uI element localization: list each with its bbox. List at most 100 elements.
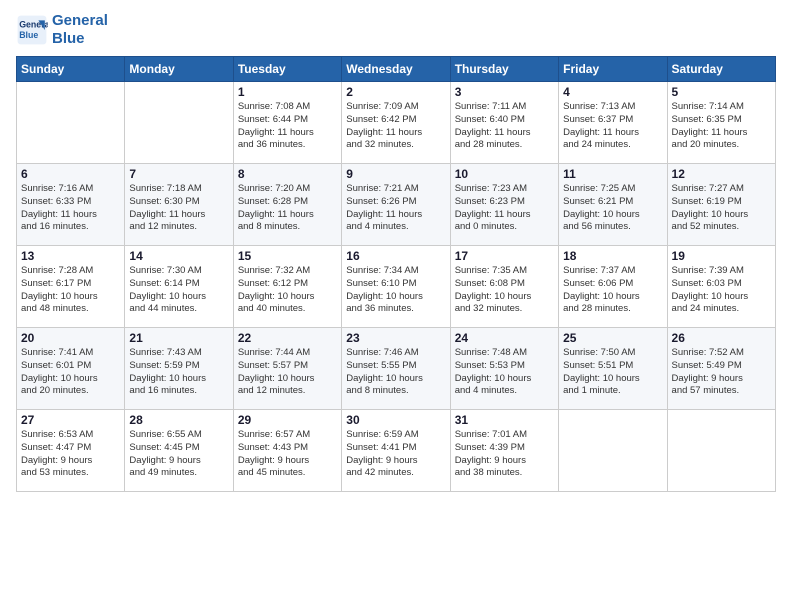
calendar-cell: 15 Sunrise: 7:32 AM Sunset: 6:12 PM Dayli…: [233, 246, 341, 328]
day-info: Sunrise: 7:28 AM Sunset: 6:17 PM Dayligh…: [21, 265, 120, 316]
day-number: 21: [129, 331, 228, 345]
day-number: 9: [346, 167, 445, 181]
day-info: Sunrise: 7:14 AM Sunset: 6:35 PM Dayligh…: [672, 101, 771, 152]
calendar-cell: 23 Sunrise: 7:46 AM Sunset: 5:55 PM Dayli…: [342, 328, 450, 410]
calendar-cell: 30Sunrise: 6:59 AM Sunset: 4:41 PM Dayli…: [342, 410, 450, 492]
day-number: 16: [346, 249, 445, 263]
weekday-header-monday: Monday: [125, 57, 233, 82]
day-number: 12: [672, 167, 771, 181]
day-number: 17: [455, 249, 554, 263]
day-number: 7: [129, 167, 228, 181]
day-info: Sunrise: 7:48 AM Sunset: 5:53 PM Dayligh…: [455, 347, 554, 398]
day-number: 18: [563, 249, 662, 263]
weekday-header-saturday: Saturday: [667, 57, 775, 82]
calendar-cell: 5 Sunrise: 7:14 AM Sunset: 6:35 PM Daylig…: [667, 82, 775, 164]
calendar-week-row: 1Sunrise: 7:08 AM Sunset: 6:44 PM Daylig…: [17, 82, 776, 164]
day-number: 15: [238, 249, 337, 263]
calendar-table: SundayMondayTuesdayWednesdayThursdayFrid…: [16, 56, 776, 492]
day-info: Sunrise: 7:35 AM Sunset: 6:08 PM Dayligh…: [455, 265, 554, 316]
day-info: Sunrise: 7:18 AM Sunset: 6:30 PM Dayligh…: [129, 183, 228, 234]
day-info: Sunrise: 6:59 AM Sunset: 4:41 PM Dayligh…: [346, 429, 445, 480]
day-number: 26: [672, 331, 771, 345]
day-info: Sunrise: 6:53 AM Sunset: 4:47 PM Dayligh…: [21, 429, 120, 480]
calendar-week-row: 20Sunrise: 7:41 AM Sunset: 6:01 PM Dayli…: [17, 328, 776, 410]
day-number: 25: [563, 331, 662, 345]
day-number: 31: [455, 413, 554, 427]
day-info: Sunrise: 7:34 AM Sunset: 6:10 PM Dayligh…: [346, 265, 445, 316]
day-number: 5: [672, 85, 771, 99]
calendar-cell: 7 Sunrise: 7:18 AM Sunset: 6:30 PM Daylig…: [125, 164, 233, 246]
day-info: Sunrise: 6:57 AM Sunset: 4:43 PM Dayligh…: [238, 429, 337, 480]
calendar-cell: 27 Sunrise: 6:53 AM Sunset: 4:47 PM Dayli…: [17, 410, 125, 492]
day-number: 8: [238, 167, 337, 181]
weekday-header-friday: Friday: [559, 57, 667, 82]
day-info: Sunrise: 7:32 AM Sunset: 6:12 PM Dayligh…: [238, 265, 337, 316]
calendar-cell: 29 Sunrise: 6:57 AM Sunset: 4:43 PM Dayli…: [233, 410, 341, 492]
day-info: Sunrise: 7:39 AM Sunset: 6:03 PM Dayligh…: [672, 265, 771, 316]
day-number: 13: [21, 249, 120, 263]
day-info: Sunrise: 7:50 AM Sunset: 5:51 PM Dayligh…: [563, 347, 662, 398]
calendar-cell: 6Sunrise: 7:16 AM Sunset: 6:33 PM Daylig…: [17, 164, 125, 246]
calendar-cell: 9 Sunrise: 7:21 AM Sunset: 6:26 PM Daylig…: [342, 164, 450, 246]
calendar-week-row: 6Sunrise: 7:16 AM Sunset: 6:33 PM Daylig…: [17, 164, 776, 246]
day-number: 23: [346, 331, 445, 345]
day-number: 11: [563, 167, 662, 181]
calendar-cell: 3 Sunrise: 7:11 AM Sunset: 6:40 PM Daylig…: [450, 82, 558, 164]
day-number: 28: [129, 413, 228, 427]
calendar-cell: 17 Sunrise: 7:35 AM Sunset: 6:08 PM Dayli…: [450, 246, 558, 328]
day-info: Sunrise: 7:01 AM Sunset: 4:39 PM Dayligh…: [455, 429, 554, 480]
header: General Blue General Blue: [16, 12, 776, 48]
weekday-header-sunday: Sunday: [17, 57, 125, 82]
day-number: 22: [238, 331, 337, 345]
day-info: Sunrise: 7:13 AM Sunset: 6:37 PM Dayligh…: [563, 101, 662, 152]
day-number: 29: [238, 413, 337, 427]
day-info: Sunrise: 7:30 AM Sunset: 6:14 PM Dayligh…: [129, 265, 228, 316]
calendar-cell: 19 Sunrise: 7:39 AM Sunset: 6:03 PM Dayli…: [667, 246, 775, 328]
day-number: 20: [21, 331, 120, 345]
day-info: Sunrise: 7:23 AM Sunset: 6:23 PM Dayligh…: [455, 183, 554, 234]
calendar-cell: 21 Sunrise: 7:43 AM Sunset: 5:59 PM Dayli…: [125, 328, 233, 410]
calendar-cell: 31 Sunrise: 7:01 AM Sunset: 4:39 PM Dayli…: [450, 410, 558, 492]
day-info: Sunrise: 7:08 AM Sunset: 6:44 PM Dayligh…: [238, 101, 337, 152]
day-number: 14: [129, 249, 228, 263]
calendar-cell: 12Sunrise: 7:27 AM Sunset: 6:19 PM Dayli…: [667, 164, 775, 246]
day-info: Sunrise: 7:46 AM Sunset: 5:55 PM Dayligh…: [346, 347, 445, 398]
calendar-cell: 24 Sunrise: 7:48 AM Sunset: 5:53 PM Dayli…: [450, 328, 558, 410]
calendar-cell: 13 Sunrise: 7:28 AM Sunset: 6:17 PM Dayli…: [17, 246, 125, 328]
day-number: 24: [455, 331, 554, 345]
logo-text: General Blue: [52, 12, 108, 48]
calendar-week-row: 27 Sunrise: 6:53 AM Sunset: 4:47 PM Dayli…: [17, 410, 776, 492]
calendar-cell: [17, 82, 125, 164]
day-info: Sunrise: 7:21 AM Sunset: 6:26 PM Dayligh…: [346, 183, 445, 234]
day-info: Sunrise: 7:44 AM Sunset: 5:57 PM Dayligh…: [238, 347, 337, 398]
calendar-cell: 22 Sunrise: 7:44 AM Sunset: 5:57 PM Dayli…: [233, 328, 341, 410]
logo-icon: General Blue: [16, 14, 48, 46]
calendar-cell: 26Sunrise: 7:52 AM Sunset: 5:49 PM Dayli…: [667, 328, 775, 410]
day-number: 19: [672, 249, 771, 263]
logo: General Blue General Blue: [16, 12, 108, 48]
calendar-cell: 8 Sunrise: 7:20 AM Sunset: 6:28 PM Daylig…: [233, 164, 341, 246]
page-container: General Blue General Blue SundayMondayTu…: [0, 0, 792, 500]
weekday-header-thursday: Thursday: [450, 57, 558, 82]
calendar-cell: 20Sunrise: 7:41 AM Sunset: 6:01 PM Dayli…: [17, 328, 125, 410]
calendar-week-row: 13 Sunrise: 7:28 AM Sunset: 6:17 PM Dayli…: [17, 246, 776, 328]
calendar-cell: 2Sunrise: 7:09 AM Sunset: 6:42 PM Daylig…: [342, 82, 450, 164]
calendar-cell: [667, 410, 775, 492]
calendar-cell: 10 Sunrise: 7:23 AM Sunset: 6:23 PM Dayli…: [450, 164, 558, 246]
day-info: Sunrise: 7:43 AM Sunset: 5:59 PM Dayligh…: [129, 347, 228, 398]
weekday-header-tuesday: Tuesday: [233, 57, 341, 82]
calendar-cell: 4Sunrise: 7:13 AM Sunset: 6:37 PM Daylig…: [559, 82, 667, 164]
calendar-cell: 11 Sunrise: 7:25 AM Sunset: 6:21 PM Dayli…: [559, 164, 667, 246]
day-info: Sunrise: 7:25 AM Sunset: 6:21 PM Dayligh…: [563, 183, 662, 234]
day-number: 27: [21, 413, 120, 427]
day-number: 3: [455, 85, 554, 99]
day-info: Sunrise: 7:11 AM Sunset: 6:40 PM Dayligh…: [455, 101, 554, 152]
day-info: Sunrise: 6:55 AM Sunset: 4:45 PM Dayligh…: [129, 429, 228, 480]
weekday-header-wednesday: Wednesday: [342, 57, 450, 82]
calendar-cell: 25 Sunrise: 7:50 AM Sunset: 5:51 PM Dayli…: [559, 328, 667, 410]
day-info: Sunrise: 7:09 AM Sunset: 6:42 PM Dayligh…: [346, 101, 445, 152]
day-number: 6: [21, 167, 120, 181]
day-number: 10: [455, 167, 554, 181]
day-info: Sunrise: 7:37 AM Sunset: 6:06 PM Dayligh…: [563, 265, 662, 316]
day-info: Sunrise: 7:20 AM Sunset: 6:28 PM Dayligh…: [238, 183, 337, 234]
